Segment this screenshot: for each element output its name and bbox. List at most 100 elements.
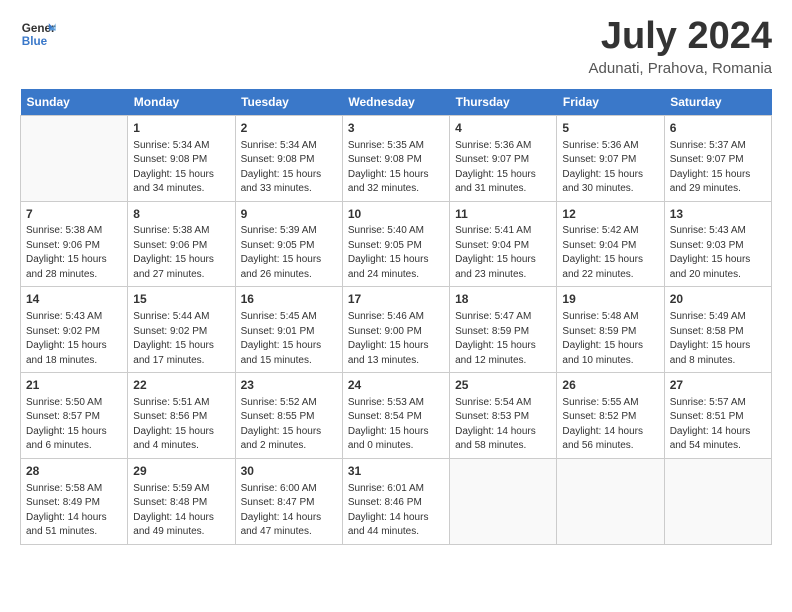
day-number: 21 (26, 377, 122, 394)
day-number: 10 (348, 206, 444, 223)
cell-info: Sunrise: 5:40 AM Sunset: 9:05 PM Dayligh… (348, 224, 444, 282)
calendar-week-row: 21 Sunrise: 5:50 AM Sunset: 8:57 PM Dayli… (21, 373, 772, 459)
cell-info: Sunrise: 5:50 AM Sunset: 8:57 PM Dayligh… (26, 396, 122, 454)
calendar-cell: 31Sunrise: 6:01 AM Sunset: 8:46 PM Dayli… (342, 458, 449, 544)
calendar-cell: 24 Sunrise: 5:53 AM Sunset: 8:54 PM Dayli… (342, 373, 449, 459)
calendar-header-row: SundayMondayTuesdayWednesdayThursdayFrid… (21, 89, 772, 116)
day-number: 1 (133, 120, 229, 137)
cell-info: Sunrise: 5:38 AM Sunset: 9:06 PM Dayligh… (26, 224, 122, 282)
cell-info: Sunrise: 5:35 AM Sunset: 9:08 PM Dayligh… (348, 139, 444, 197)
calendar-cell (557, 458, 664, 544)
calendar-cell: 26 Sunrise: 5:55 AM Sunset: 8:52 PM Dayli… (557, 373, 664, 459)
cell-info: Sunrise: 5:37 AM Sunset: 9:07 PM Dayligh… (670, 139, 766, 197)
calendar-cell: 23Sunrise: 5:52 AM Sunset: 8:55 PM Dayli… (235, 373, 342, 459)
day-number: 8 (133, 206, 229, 223)
day-number: 17 (348, 291, 444, 308)
calendar-cell (21, 115, 128, 201)
cell-info: Sunrise: 6:00 AM Sunset: 8:47 PM Dayligh… (241, 482, 337, 540)
calendar-week-row: 28 Sunrise: 5:58 AM Sunset: 8:49 PM Dayli… (21, 458, 772, 544)
calendar-cell: 18 Sunrise: 5:47 AM Sunset: 8:59 PM Dayli… (450, 287, 557, 373)
day-number: 26 (562, 377, 658, 394)
day-number: 22 (133, 377, 229, 394)
cell-info: Sunrise: 5:49 AM Sunset: 8:58 PM Dayligh… (670, 310, 766, 368)
col-header-sunday: Sunday (21, 89, 128, 116)
day-number: 29 (133, 463, 229, 480)
calendar-week-row: 7Sunrise: 5:38 AM Sunset: 9:06 PM Daylig… (21, 201, 772, 287)
col-header-tuesday: Tuesday (235, 89, 342, 116)
day-number: 19 (562, 291, 658, 308)
day-number: 3 (348, 120, 444, 137)
calendar-cell: 28 Sunrise: 5:58 AM Sunset: 8:49 PM Dayli… (21, 458, 128, 544)
cell-info: Sunrise: 5:51 AM Sunset: 8:56 PM Dayligh… (133, 396, 229, 454)
logo-icon: General Blue (20, 16, 56, 52)
day-number: 2 (241, 120, 337, 137)
cell-info: Sunrise: 5:38 AM Sunset: 9:06 PM Dayligh… (133, 224, 229, 282)
day-number: 15 (133, 291, 229, 308)
calendar-cell: 4Sunrise: 5:36 AM Sunset: 9:07 PM Daylig… (450, 115, 557, 201)
cell-info: Sunrise: 5:34 AM Sunset: 9:08 PM Dayligh… (241, 139, 337, 197)
cell-info: Sunrise: 5:36 AM Sunset: 9:07 PM Dayligh… (455, 139, 551, 197)
calendar-cell: 12Sunrise: 5:42 AM Sunset: 9:04 PM Dayli… (557, 201, 664, 287)
logo: General Blue (20, 16, 56, 52)
day-number: 14 (26, 291, 122, 308)
day-number: 24 (348, 377, 444, 394)
calendar-cell: 21 Sunrise: 5:50 AM Sunset: 8:57 PM Dayli… (21, 373, 128, 459)
cell-info: Sunrise: 5:55 AM Sunset: 8:52 PM Dayligh… (562, 396, 658, 454)
calendar-table: SundayMondayTuesdayWednesdayThursdayFrid… (20, 89, 772, 545)
cell-info: Sunrise: 5:57 AM Sunset: 8:51 PM Dayligh… (670, 396, 766, 454)
calendar-cell: 27 Sunrise: 5:57 AM Sunset: 8:51 PM Dayli… (664, 373, 771, 459)
calendar-cell: 29Sunrise: 5:59 AM Sunset: 8:48 PM Dayli… (128, 458, 235, 544)
day-number: 18 (455, 291, 551, 308)
calendar-cell: 5 Sunrise: 5:36 AM Sunset: 9:07 PM Daylig… (557, 115, 664, 201)
cell-info: Sunrise: 5:44 AM Sunset: 9:02 PM Dayligh… (133, 310, 229, 368)
cell-info: Sunrise: 5:52 AM Sunset: 8:55 PM Dayligh… (241, 396, 337, 454)
col-header-wednesday: Wednesday (342, 89, 449, 116)
day-number: 9 (241, 206, 337, 223)
col-header-saturday: Saturday (664, 89, 771, 116)
col-header-monday: Monday (128, 89, 235, 116)
page-header: General Blue July 2024 Adunati, Prahova,… (20, 16, 772, 77)
cell-info: Sunrise: 5:53 AM Sunset: 8:54 PM Dayligh… (348, 396, 444, 454)
cell-info: Sunrise: 5:46 AM Sunset: 9:00 PM Dayligh… (348, 310, 444, 368)
day-number: 28 (26, 463, 122, 480)
day-number: 7 (26, 206, 122, 223)
title-block: July 2024 Adunati, Prahova, Romania (589, 16, 772, 77)
calendar-cell: 17 Sunrise: 5:46 AM Sunset: 9:00 PM Dayli… (342, 287, 449, 373)
calendar-cell: 15 Sunrise: 5:44 AM Sunset: 9:02 PM Dayli… (128, 287, 235, 373)
day-number: 13 (670, 206, 766, 223)
day-number: 16 (241, 291, 337, 308)
calendar-cell: 11Sunrise: 5:41 AM Sunset: 9:04 PM Dayli… (450, 201, 557, 287)
day-number: 30 (241, 463, 337, 480)
cell-info: Sunrise: 5:43 AM Sunset: 9:02 PM Dayligh… (26, 310, 122, 368)
day-number: 31 (348, 463, 444, 480)
col-header-friday: Friday (557, 89, 664, 116)
calendar-cell: 9Sunrise: 5:39 AM Sunset: 9:05 PM Daylig… (235, 201, 342, 287)
day-number: 27 (670, 377, 766, 394)
calendar-cell: 30 Sunrise: 6:00 AM Sunset: 8:47 PM Dayli… (235, 458, 342, 544)
svg-text:Blue: Blue (22, 35, 48, 48)
calendar-cell: 16 Sunrise: 5:45 AM Sunset: 9:01 PM Dayli… (235, 287, 342, 373)
day-number: 25 (455, 377, 551, 394)
calendar-week-row: 14 Sunrise: 5:43 AM Sunset: 9:02 PM Dayli… (21, 287, 772, 373)
col-header-thursday: Thursday (450, 89, 557, 116)
calendar-cell: 10Sunrise: 5:40 AM Sunset: 9:05 PM Dayli… (342, 201, 449, 287)
calendar-cell: 2 Sunrise: 5:34 AM Sunset: 9:08 PM Daylig… (235, 115, 342, 201)
month-title: July 2024 (589, 16, 772, 58)
day-number: 5 (562, 120, 658, 137)
cell-info: Sunrise: 5:34 AM Sunset: 9:08 PM Dayligh… (133, 139, 229, 197)
cell-info: Sunrise: 5:36 AM Sunset: 9:07 PM Dayligh… (562, 139, 658, 197)
cell-info: Sunrise: 5:47 AM Sunset: 8:59 PM Dayligh… (455, 310, 551, 368)
calendar-cell: 25 Sunrise: 5:54 AM Sunset: 8:53 PM Dayli… (450, 373, 557, 459)
cell-info: Sunrise: 5:54 AM Sunset: 8:53 PM Dayligh… (455, 396, 551, 454)
calendar-cell: 22 Sunrise: 5:51 AM Sunset: 8:56 PM Dayli… (128, 373, 235, 459)
cell-info: Sunrise: 5:41 AM Sunset: 9:04 PM Dayligh… (455, 224, 551, 282)
cell-info: Sunrise: 5:58 AM Sunset: 8:49 PM Dayligh… (26, 482, 122, 540)
calendar-week-row: 1 Sunrise: 5:34 AM Sunset: 9:08 PM Daylig… (21, 115, 772, 201)
calendar-cell: 8Sunrise: 5:38 AM Sunset: 9:06 PM Daylig… (128, 201, 235, 287)
calendar-cell: 14 Sunrise: 5:43 AM Sunset: 9:02 PM Dayli… (21, 287, 128, 373)
cell-info: Sunrise: 5:48 AM Sunset: 8:59 PM Dayligh… (562, 310, 658, 368)
day-number: 11 (455, 206, 551, 223)
cell-info: Sunrise: 5:45 AM Sunset: 9:01 PM Dayligh… (241, 310, 337, 368)
day-number: 6 (670, 120, 766, 137)
location: Adunati, Prahova, Romania (589, 60, 772, 77)
